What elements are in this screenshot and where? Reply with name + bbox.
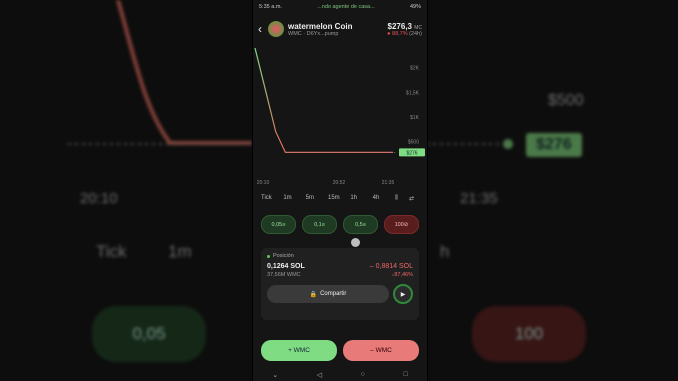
amount-preset-buy[interactable]: 0,5 ≡	[343, 215, 378, 234]
timeframe-15m[interactable]: 15m	[328, 195, 350, 201]
change-percent: 88,7%	[392, 30, 408, 37]
amount-label: 0,5	[355, 221, 363, 228]
buy-button[interactable]: + WMC	[261, 340, 337, 361]
position-sol: 0,1264 SOL	[267, 263, 305, 270]
position-pnl: – 0,8814 SOL	[369, 263, 413, 270]
price-line	[254, 47, 393, 153]
position-tokens: 37,56M WMC	[267, 272, 301, 278]
sol-icon: ≡	[282, 221, 286, 228]
x-tick-label: 21:35	[382, 180, 395, 186]
coin-avatar	[268, 21, 284, 37]
phone-screen: 5:35 a.m. ...ndo agente de casa... 49% ‹…	[252, 0, 428, 381]
amount-preset-sell[interactable]: 100 ⊘	[384, 215, 419, 234]
position-title: Posición	[273, 253, 294, 259]
candles-icon[interactable]: ⫼	[395, 195, 409, 202]
nav-back-icon[interactable]: ◁	[317, 371, 322, 379]
coin-address[interactable]: WMC · D6Yx...pump	[288, 31, 387, 37]
coin-name: watermelon Coin	[288, 21, 353, 31]
amount-label: 0,1	[314, 221, 322, 228]
amount-preset-buy[interactable]: 0,05 ≡	[261, 215, 296, 234]
status-ticker: ...ndo agente de casa...	[317, 4, 375, 10]
timeframe-tick[interactable]: Tick	[261, 195, 283, 201]
bg-tf-1m: 1m	[168, 242, 192, 261]
bg-tf-tick: Tick	[96, 242, 127, 261]
price-chart-svg: $2K $1,5K $1K $500 $276 20:10 20:52 21:35	[254, 47, 425, 186]
share-button[interactable]: 🔒 Compartir	[267, 285, 389, 303]
amount-label: 0,05	[271, 221, 283, 228]
x-tick-label: 20:10	[257, 180, 270, 186]
price-chart[interactable]: $2K $1,5K $1K $500 $276 20:10 20:52 21:35	[253, 44, 427, 189]
amount-preset-buy[interactable]: 0,1 ≡	[302, 215, 337, 234]
amount-presets: 0,05 ≡ 0,1 ≡ 0,5 ≡ 100 ⊘	[253, 207, 427, 242]
bg-tf-h: h	[440, 242, 450, 261]
position-card: Posición 0,1264 SOL – 0,8814 SOL 37,56M …	[261, 248, 419, 320]
status-time: 5:35 a.m.	[259, 4, 282, 10]
timeframe-1m[interactable]: 1m	[283, 195, 305, 201]
y-tick-label: $500	[408, 139, 419, 145]
timeframe-4h[interactable]: 4h	[373, 195, 395, 201]
change-down-icon: ●	[387, 30, 391, 37]
status-bar: 5:35 a.m. ...ndo agente de casa... 49%	[253, 0, 427, 14]
position-dot-icon	[267, 254, 270, 258]
nav-recents-icon[interactable]: □	[403, 371, 407, 378]
bg-amount-right: 100	[472, 306, 586, 362]
touch-indicator	[351, 238, 360, 247]
sell-button[interactable]: – WMC	[343, 340, 419, 361]
bg-axis-label: $500	[548, 92, 584, 109]
amount-label: 100	[394, 221, 404, 228]
android-nav-bar: ⌄ ◁ ○ □	[253, 368, 427, 381]
position-pnl-percent: ↓87,46%	[391, 272, 413, 278]
sol-icon: ≡	[321, 221, 325, 228]
camera-icon[interactable]: ▶	[393, 284, 413, 304]
bg-price-tag: $276	[526, 133, 582, 157]
change-period: (24h)	[409, 30, 422, 37]
current-price-label: $276	[406, 150, 417, 156]
timeframe-bar: Tick 1m 5m 15m 1h 4h ⫼ ⇄	[253, 189, 427, 207]
bg-time-left: 20:10	[80, 190, 118, 207]
sol-icon: ≡	[362, 221, 366, 228]
trade-buttons: + WMC – WMC	[253, 340, 427, 361]
timeframe-5m[interactable]: 5m	[306, 195, 328, 201]
timeframe-1h[interactable]: 1h	[350, 195, 372, 201]
x-tick-label: 20:52	[333, 180, 346, 186]
lock-icon: 🔒	[309, 291, 318, 298]
settings-sliders-icon[interactable]: ⇄	[409, 195, 419, 202]
y-tick-label: $2K	[410, 66, 420, 72]
back-arrow-icon[interactable]: ‹	[258, 22, 268, 36]
cancel-icon: ⊘	[403, 221, 409, 228]
y-tick-label: $1,5K	[406, 90, 420, 96]
market-cap: $276,3	[387, 21, 412, 31]
nav-menu-icon[interactable]: ⌄	[272, 371, 278, 379]
y-tick-label: $1K	[410, 115, 420, 121]
battery-indicator: 49%	[409, 4, 421, 10]
share-label: Compartir	[320, 291, 347, 297]
bg-amount-left: 0,05	[92, 306, 206, 362]
coin-header: ‹ watermelon Coin WMC · D6Yx...pump $276…	[253, 14, 427, 44]
nav-home-icon[interactable]: ○	[361, 371, 365, 378]
bg-time-right: 21:35	[460, 190, 498, 207]
